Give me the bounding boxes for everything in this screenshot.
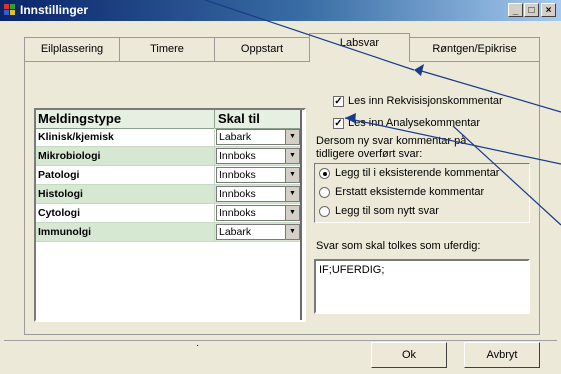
tab-label: Oppstart <box>240 43 284 55</box>
dropdown-arrow-icon[interactable]: ▼ <box>285 168 299 182</box>
grid-right-border <box>300 110 302 320</box>
row-type: Immunolgi <box>38 226 92 238</box>
destination-value: Innboks <box>219 169 256 181</box>
uferdig-value: IF;UFERDIG; <box>319 264 385 276</box>
table-row[interactable]: Mikrobiologi Innboks ▼ <box>36 147 302 166</box>
tab-timere[interactable]: Timere <box>119 37 215 61</box>
tab-label: Labsvar <box>339 37 380 49</box>
cell-divider <box>214 147 215 166</box>
checkbox-checked-icon[interactable]: ✓ <box>333 96 344 107</box>
cell-divider <box>214 223 215 242</box>
tab-label: Eilplassering <box>40 43 104 55</box>
window-title: Innstillinger <box>20 3 89 17</box>
destination-value: Labark <box>219 226 252 238</box>
destination-select[interactable]: Labark ▼ <box>216 224 300 240</box>
destination-select[interactable]: Innboks ▼ <box>216 186 300 202</box>
column-divider <box>214 110 215 128</box>
column-header-meldingstype[interactable]: Meldingstype <box>38 111 121 126</box>
dropdown-arrow-icon[interactable]: ▼ <box>285 130 299 144</box>
comment-radio-group: Legg til i eksisterende kommentar Erstat… <box>314 163 530 223</box>
table-row[interactable]: Klinisk/kjemisk Labark ▼ <box>36 128 302 147</box>
tab-labsvar[interactable]: Labsvar <box>309 33 410 62</box>
destination-value: Innboks <box>219 150 256 162</box>
ok-button[interactable]: Ok <box>371 342 447 368</box>
row-type: Cytologi <box>38 207 80 219</box>
dropdown-arrow-icon[interactable]: ▼ <box>285 187 299 201</box>
cancel-button[interactable]: Avbryt <box>464 342 540 368</box>
radio-label: Legg til som nytt svar <box>335 205 439 217</box>
grid-header: Meldingstype Skal til <box>36 110 302 129</box>
table-row[interactable]: Patologi Innboks ▼ <box>36 166 302 185</box>
row-type: Mikrobiologi <box>38 150 101 162</box>
maximize-button[interactable]: □ <box>524 3 539 17</box>
uferdig-input[interactable]: IF;UFERDIG; <box>314 259 530 314</box>
radio-label: Legg til i eksisterende kommentar <box>335 167 500 179</box>
tab-rontgen-epikrise[interactable]: Røntgen/Epikrise <box>409 37 540 61</box>
cell-divider <box>214 166 215 185</box>
cell-divider <box>214 185 215 204</box>
app-icon <box>4 4 16 16</box>
destination-value: Labark <box>219 131 252 143</box>
dersom-label-line1: Dersom ny svar kommentar på <box>316 135 467 147</box>
table-row[interactable]: Cytologi Innboks ▼ <box>36 204 302 223</box>
title-bar[interactable]: Innstillinger _ □ × <box>0 0 561 21</box>
row-type: Patologi <box>38 169 80 181</box>
dersom-label-line2: tidligere overført svar: <box>316 148 423 160</box>
radio-icon[interactable] <box>319 187 330 198</box>
dropdown-arrow-icon[interactable]: ▼ <box>285 149 299 163</box>
checkbox-checked-icon[interactable]: ✓ <box>333 118 344 129</box>
minimize-button[interactable]: _ <box>508 3 523 17</box>
settings-window: Innstillinger _ □ × Eilplassering Timere… <box>0 0 561 374</box>
destination-value: Innboks <box>219 188 256 200</box>
message-type-grid[interactable]: Meldingstype Skal til Klinisk/kjemisk La… <box>34 108 306 322</box>
status-dot: · <box>196 340 200 351</box>
cancel-label: Avbryt <box>486 349 518 361</box>
table-row[interactable]: Histologi Innboks ▼ <box>36 185 302 204</box>
row-type: Klinisk/kjemisk <box>38 131 114 143</box>
row-type: Histologi <box>38 188 83 200</box>
destination-value: Innboks <box>219 207 256 219</box>
cell-divider <box>214 204 215 223</box>
tab-filplassering[interactable]: Eilplassering <box>24 37 120 61</box>
destination-select[interactable]: Innboks ▼ <box>216 148 300 164</box>
column-header-skal-til[interactable]: Skal til <box>218 111 260 126</box>
checkbox-label: Les inn Rekvisisjonskommentar <box>348 95 503 107</box>
close-button[interactable]: × <box>541 3 556 17</box>
radio-icon[interactable] <box>319 206 330 217</box>
cell-divider <box>214 128 215 147</box>
svar-label: Svar som skal tolkes som uferdig: <box>316 240 481 252</box>
radio-label: Erstatt eksisternde kommentar <box>335 186 485 198</box>
tab-label: Timere <box>150 43 184 55</box>
dropdown-arrow-icon[interactable]: ▼ <box>285 225 299 239</box>
radio-selected-icon[interactable] <box>319 168 330 179</box>
dropdown-arrow-icon[interactable]: ▼ <box>285 206 299 220</box>
checkbox-label: Les inn Analysekommentar <box>348 117 481 129</box>
tab-oppstart[interactable]: Oppstart <box>214 37 310 61</box>
destination-select[interactable]: Labark ▼ <box>216 129 300 145</box>
destination-select[interactable]: Innboks ▼ <box>216 167 300 183</box>
table-row[interactable]: Immunolgi Labark ▼ <box>36 223 302 242</box>
ok-label: Ok <box>401 349 417 361</box>
tab-label: Røntgen/Epikrise <box>432 43 517 55</box>
destination-select[interactable]: Innboks ▼ <box>216 205 300 221</box>
